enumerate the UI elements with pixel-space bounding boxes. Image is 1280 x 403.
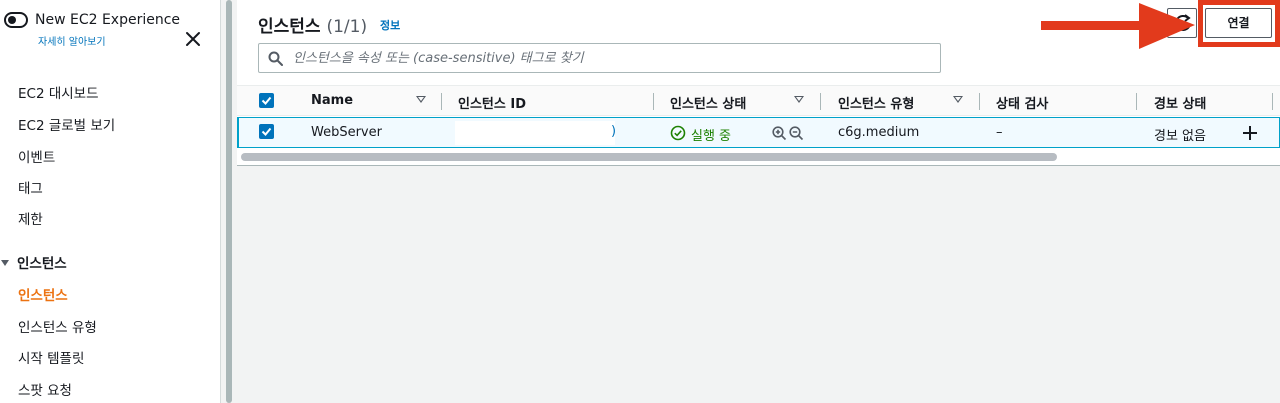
instances-panel: 인스턴스 (1/1) 정보 연결 인스턴스을 속성 또는 (case-sensi… bbox=[237, 0, 1280, 166]
check-icon bbox=[261, 127, 272, 136]
refresh-icon bbox=[1175, 14, 1191, 31]
check-icon bbox=[261, 96, 272, 105]
page-title-text: 인스턴스 bbox=[258, 17, 321, 37]
sidebar-item-tags[interactable]: 태그 bbox=[18, 177, 43, 197]
table-header: Name 인스턴스 ID 인스턴스 상태 인스턴스 유형 상태 검사 경보 상태 bbox=[237, 85, 1280, 116]
column-divider[interactable] bbox=[820, 93, 821, 110]
instance-id-link[interactable]: ) bbox=[611, 124, 616, 139]
new-experience-toggle[interactable] bbox=[4, 12, 28, 28]
add-alarm-plus-icon[interactable] bbox=[1241, 124, 1259, 142]
column-divider[interactable] bbox=[1272, 93, 1273, 110]
zoom-out-icon[interactable] bbox=[789, 126, 804, 141]
close-icon[interactable] bbox=[184, 30, 202, 48]
column-header-status-check[interactable]: 상태 검사 bbox=[996, 93, 1048, 112]
table-row[interactable]: WebServer ) 실행 중 c6g.medium – 경보 없음 bbox=[237, 117, 1280, 148]
vertical-scrollbar[interactable] bbox=[226, 0, 232, 403]
status-check-value: – bbox=[996, 125, 1003, 140]
instance-count: (1/1) bbox=[326, 17, 368, 37]
column-header-alarm-status[interactable]: 경보 상태 bbox=[1154, 93, 1206, 112]
learn-more-link[interactable]: 자세히 알아보기 bbox=[38, 33, 106, 48]
column-divider[interactable] bbox=[441, 93, 442, 110]
sidebar-section-instances[interactable]: 인스턴스 bbox=[0, 252, 67, 272]
sidebar-item-launch-templates[interactable]: 시작 템플릿 bbox=[18, 347, 84, 367]
sidebar-item-ec2-global-view[interactable]: EC2 글로벌 보기 bbox=[18, 114, 115, 134]
select-all-checkbox[interactable] bbox=[259, 93, 274, 108]
sidebar-item-instance-types[interactable]: 인스턴스 유형 bbox=[18, 316, 97, 336]
main-content: 인스턴스 (1/1) 정보 연결 인스턴스을 속성 또는 (case-sensi… bbox=[237, 0, 1280, 403]
zoom-in-icon[interactable] bbox=[772, 126, 787, 141]
sort-down-icon[interactable] bbox=[794, 96, 804, 103]
toggle-knob bbox=[8, 16, 16, 24]
connect-button[interactable]: 연결 bbox=[1205, 8, 1272, 38]
search-bar bbox=[258, 43, 941, 73]
sidebar-item-spot-requests[interactable]: 스팟 요청 bbox=[18, 379, 72, 399]
sidebar-item-instances[interactable]: 인스턴스 bbox=[18, 284, 68, 304]
info-link[interactable]: 정보 bbox=[380, 17, 400, 33]
caret-down-icon bbox=[1, 260, 9, 266]
new-experience-toggle-row: New EC2 Experience 자세히 알아보기 bbox=[4, 12, 214, 52]
sidebar-item-events[interactable]: 이벤트 bbox=[18, 146, 55, 166]
sort-down-icon[interactable] bbox=[953, 96, 963, 103]
column-divider[interactable] bbox=[653, 93, 654, 110]
instance-name: WebServer bbox=[311, 125, 382, 140]
page-title: 인스턴스 (1/1) bbox=[258, 12, 367, 37]
sidebar-item-limits[interactable]: 제한 bbox=[18, 208, 43, 228]
sidebar-item-ec2-dashboard[interactable]: EC2 대시보드 bbox=[18, 82, 99, 102]
search-icon bbox=[268, 51, 283, 66]
redacted-instance-id bbox=[455, 121, 615, 145]
check-circle-icon bbox=[670, 125, 686, 141]
horizontal-scrollbar-thumb[interactable] bbox=[241, 153, 1057, 161]
search-input[interactable] bbox=[293, 44, 933, 72]
column-header-instance-type[interactable]: 인스턴스 유형 bbox=[838, 93, 914, 112]
refresh-button[interactable] bbox=[1167, 8, 1197, 38]
column-header-instance-id[interactable]: 인스턴스 ID bbox=[458, 93, 526, 112]
row-checkbox[interactable] bbox=[259, 124, 274, 139]
column-divider[interactable] bbox=[1136, 93, 1137, 110]
column-header-name[interactable]: Name bbox=[311, 93, 353, 108]
instance-type-value: c6g.medium bbox=[838, 125, 920, 140]
column-divider[interactable] bbox=[979, 93, 980, 110]
column-header-instance-state[interactable]: 인스턴스 상태 bbox=[670, 93, 746, 112]
sidebar-section-label: 인스턴스 bbox=[17, 256, 67, 272]
instance-state-value: 실행 중 bbox=[691, 129, 732, 144]
new-experience-label: New EC2 Experience bbox=[35, 12, 181, 28]
alarm-status-value: 경보 없음 bbox=[1154, 129, 1206, 144]
sort-down-icon[interactable] bbox=[416, 96, 426, 103]
sidebar: New EC2 Experience 자세히 알아보기 EC2 대시보드 EC2… bbox=[0, 0, 221, 403]
